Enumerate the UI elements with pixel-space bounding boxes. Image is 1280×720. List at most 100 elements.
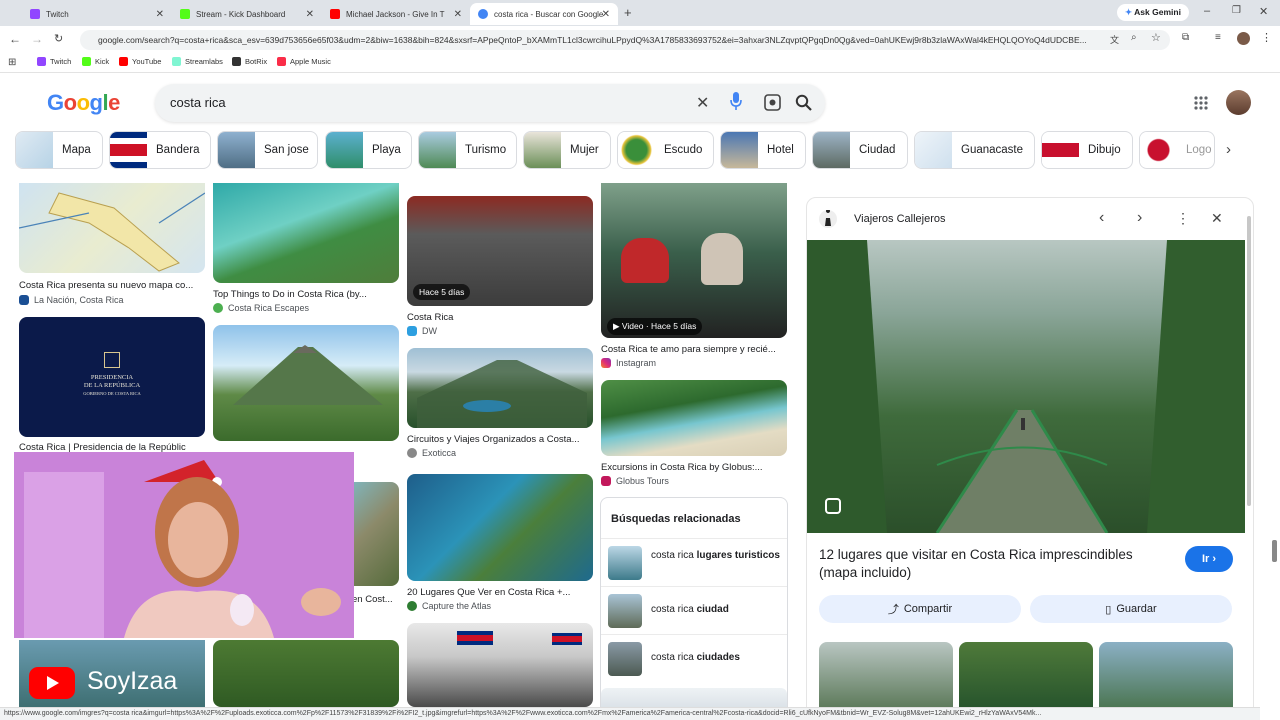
- result-title[interactable]: Costa Rica presenta su nuevo mapa co...: [19, 280, 205, 291]
- result-title[interactable]: 20 Lugares Que Ver en Costa Rica +...: [407, 587, 593, 598]
- related-item[interactable]: costa rica ciudades: [601, 634, 787, 682]
- reload-icon[interactable]: ↻: [54, 32, 63, 45]
- bookmark-streamlabs[interactable]: Streamlabs: [172, 57, 223, 66]
- extensions-icon[interactable]: ⧉: [1182, 32, 1189, 43]
- new-tab-icon[interactable]: +: [624, 5, 632, 20]
- result-image-volcano[interactable]: [213, 325, 399, 441]
- translate-icon[interactable]: 文: [1110, 33, 1119, 46]
- result-title[interactable]: Excursions in Costa Rica by Globus:...: [601, 462, 787, 473]
- panel-scrollbar[interactable]: [1247, 216, 1251, 506]
- visit-button[interactable]: Ir ›: [1185, 546, 1233, 572]
- result-title[interactable]: en Cost...: [352, 594, 399, 605]
- chip-mujer[interactable]: Mujer: [523, 131, 611, 169]
- share-button[interactable]: ⤴ Compartir: [819, 595, 1021, 623]
- result-source[interactable]: La Nación, Costa Rica: [19, 295, 124, 305]
- microphone-icon[interactable]: [730, 92, 742, 110]
- chevron-right-icon[interactable]: ›: [1226, 141, 1231, 158]
- close-tab-icon[interactable]: ✕: [602, 9, 610, 20]
- result-title[interactable]: Costa Rica te amo para siempre y recié..…: [601, 344, 787, 355]
- bookmark-star-icon[interactable]: ☆: [1151, 31, 1161, 44]
- chevron-right-icon[interactable]: ›: [1137, 209, 1142, 227]
- related-item[interactable]: costa rica ciudad: [601, 586, 787, 634]
- tab-google[interactable]: costa rica - Buscar con Google ✕: [470, 3, 618, 25]
- chip-hotel[interactable]: Hotel: [720, 131, 806, 169]
- close-icon[interactable]: ✕: [1211, 210, 1223, 227]
- result-source[interactable]: Exoticca: [407, 448, 456, 458]
- panel-site-name[interactable]: Viajeros Callejeros: [854, 213, 946, 225]
- lens-camera-icon[interactable]: [764, 94, 781, 111]
- search-icon[interactable]: [795, 94, 812, 111]
- zoom-icon[interactable]: ⌕: [1131, 32, 1137, 43]
- related-item[interactable]: costa rica lugares turisticos: [601, 538, 787, 586]
- close-tab-icon[interactable]: ✕: [156, 9, 164, 20]
- clear-search-icon[interactable]: ✕: [696, 93, 709, 113]
- close-tab-icon[interactable]: ✕: [454, 9, 462, 20]
- result-title[interactable]: Costa Rica: [407, 312, 593, 323]
- tab-search-icon[interactable]: ≡: [1215, 32, 1221, 43]
- google-apps-icon[interactable]: [1194, 96, 1208, 110]
- result-image-atlas[interactable]: [407, 474, 593, 581]
- minimize-icon[interactable]: –: [1204, 5, 1210, 17]
- tab-kick[interactable]: Stream - Kick Dashboard ✕: [172, 3, 322, 25]
- chip-turismo[interactable]: Turismo: [418, 131, 517, 169]
- result-source[interactable]: Capture the Atlas: [407, 601, 491, 611]
- result-title[interactable]: Circuitos y Viajes Organizados a Costa..…: [407, 434, 593, 445]
- bookmark-icon: ▯: [1105, 603, 1112, 616]
- bookmark-twitch[interactable]: Twitch: [37, 57, 71, 66]
- tab-twitch[interactable]: Twitch ✕: [22, 3, 172, 25]
- chip-guanacaste[interactable]: Guanacaste: [914, 131, 1035, 169]
- result-image-map[interactable]: [19, 183, 205, 273]
- result-image-jungle[interactable]: [213, 640, 399, 707]
- chip-bandera[interactable]: Bandera: [109, 131, 211, 169]
- result-title[interactable]: Top Things to Do in Costa Rica (by...: [213, 289, 399, 300]
- search-input[interactable]: costa rica: [170, 95, 226, 110]
- result-image-exoticca[interactable]: [407, 348, 593, 428]
- restore-icon[interactable]: ❐: [1232, 5, 1241, 16]
- result-image-globus[interactable]: [601, 380, 787, 456]
- result-source[interactable]: Instagram: [601, 358, 656, 368]
- result-image-flags-crowd[interactable]: [407, 623, 593, 707]
- chip-san-jose[interactable]: San jose: [217, 131, 318, 169]
- page-scrollbar[interactable]: [1272, 540, 1277, 562]
- close-tab-icon[interactable]: ✕: [306, 9, 314, 20]
- account-avatar[interactable]: [1226, 90, 1251, 115]
- chip-logo[interactable]: Logo: [1139, 131, 1215, 169]
- tab-youtube[interactable]: Michael Jackson - Give In T ✕: [322, 3, 470, 25]
- chip-ciudad[interactable]: Ciudad: [812, 131, 908, 169]
- chip-escudo[interactable]: Escudo: [617, 131, 714, 169]
- tab-label: costa rica - Buscar con Google: [494, 9, 604, 19]
- menu-icon[interactable]: ⋮: [1261, 31, 1272, 44]
- result-image-dw[interactable]: Hace 5 días: [407, 196, 593, 306]
- bookmark-youtube[interactable]: YouTube: [119, 57, 161, 66]
- chip-dibujo[interactable]: Dibujo: [1041, 131, 1133, 169]
- close-window-icon[interactable]: ✕: [1259, 5, 1268, 18]
- forward-icon[interactable]: →: [31, 32, 43, 46]
- profile-avatar[interactable]: [1237, 32, 1250, 45]
- result-image-instagram[interactable]: ▶ Video · Hace 5 días: [601, 183, 787, 338]
- result-source[interactable]: Globus Tours: [601, 476, 669, 486]
- apps-icon[interactable]: ⊞: [8, 57, 16, 68]
- bookmark-kick[interactable]: Kick: [82, 57, 109, 66]
- panel-title[interactable]: 12 lugares que visitar en Costa Rica imp…: [819, 546, 1159, 582]
- result-image-beach[interactable]: [213, 183, 399, 283]
- search-box[interactable]: costa rica ✕: [155, 84, 825, 122]
- chip-label: Turismo: [465, 144, 507, 156]
- bookmarks-bar: ⊞ Twitch Kick YouTube Streamlabs BotRix …: [0, 53, 1280, 73]
- chip-mapa[interactable]: Mapa: [15, 131, 103, 169]
- panel-main-image[interactable]: [807, 240, 1245, 533]
- result-source[interactable]: Costa Rica Escapes: [213, 303, 309, 313]
- google-logo[interactable]: Google: [47, 90, 120, 116]
- ask-gemini-button[interactable]: ✦ Ask Gemini: [1117, 4, 1189, 21]
- bookmark-apple-music[interactable]: Apple Music: [277, 57, 331, 66]
- result-image-presidencia[interactable]: PRESIDENCIA DE LA REPÚBLICA GOBIERNO DE …: [19, 317, 205, 437]
- back-icon[interactable]: ←: [9, 32, 21, 46]
- more-options-icon[interactable]: ⋮: [1176, 210, 1190, 227]
- result-source[interactable]: DW: [407, 326, 437, 336]
- lens-icon[interactable]: [825, 498, 841, 514]
- chevron-left-icon[interactable]: ‹: [1099, 209, 1104, 227]
- chip-playa[interactable]: Playa: [325, 131, 412, 169]
- bookmark-botrix[interactable]: BotRix: [232, 57, 267, 66]
- url-field[interactable]: google.com/search?q=costa+rica&sca_esv=6…: [80, 30, 1170, 50]
- save-button[interactable]: ▯ Guardar: [1030, 595, 1232, 623]
- twitch-icon: [37, 57, 46, 66]
